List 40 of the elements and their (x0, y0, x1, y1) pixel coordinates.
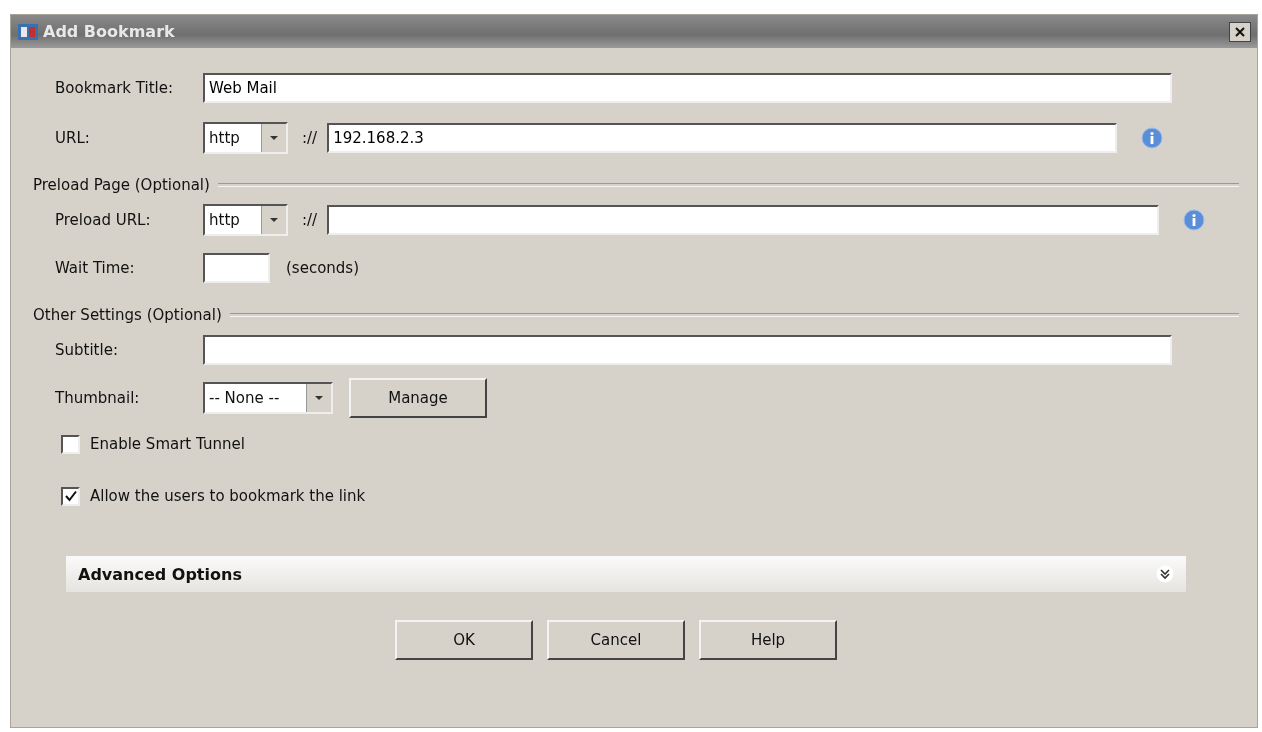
info-icon (1183, 209, 1206, 231)
field-label: Wait Time: (55, 259, 136, 277)
close-button[interactable] (1229, 21, 1251, 42)
separator-label: :// (302, 211, 318, 229)
close-icon (1235, 26, 1245, 37)
section-title: Other Settings (Optional) (33, 306, 222, 324)
caret-icon (314, 395, 324, 401)
dialog-button[interactable]: Cancel (547, 620, 685, 660)
section-title: Preload Page (Optional) (33, 176, 210, 194)
field-label: Bookmark Title: (55, 79, 174, 97)
window-title: Add Bookmark (43, 22, 175, 41)
input-field[interactable] (203, 335, 1172, 365)
input-field[interactable] (327, 205, 1160, 235)
dropdown[interactable]: -- None -- (203, 382, 333, 414)
separator-label: :// (302, 129, 318, 147)
input-field[interactable]: Web Mail (203, 73, 1172, 103)
check-icon (64, 490, 77, 502)
dropdown[interactable]: http (203, 122, 288, 154)
field-label: Subtitle: (55, 341, 119, 359)
checkbox-label: Enable Smart Tunnel (90, 435, 245, 453)
app-icon (17, 21, 39, 42)
caret-icon (269, 217, 279, 223)
field-label: Thumbnail: (55, 389, 141, 407)
input-field[interactable] (203, 253, 270, 283)
checkbox[interactable] (61, 486, 80, 506)
collapsible-header[interactable]: Advanced Options (66, 556, 1186, 592)
info-icon (1141, 127, 1164, 149)
checkbox[interactable] (61, 434, 80, 454)
dialog-button[interactable]: OK (395, 620, 533, 660)
field-label: URL: (55, 129, 91, 147)
unit-label: (seconds) (286, 259, 359, 277)
dialog-button[interactable]: Help (699, 620, 837, 660)
field-label: Preload URL: (55, 211, 152, 229)
manage-button[interactable]: Manage (349, 378, 487, 418)
section-title: Advanced Options (78, 564, 242, 584)
input-field[interactable]: 192.168.2.3 (327, 123, 1118, 153)
checkbox-label: Allow the users to bookmark the link (90, 487, 366, 505)
dropdown[interactable]: http (203, 204, 288, 236)
expand-icon (1156, 565, 1174, 583)
caret-icon (269, 135, 279, 141)
